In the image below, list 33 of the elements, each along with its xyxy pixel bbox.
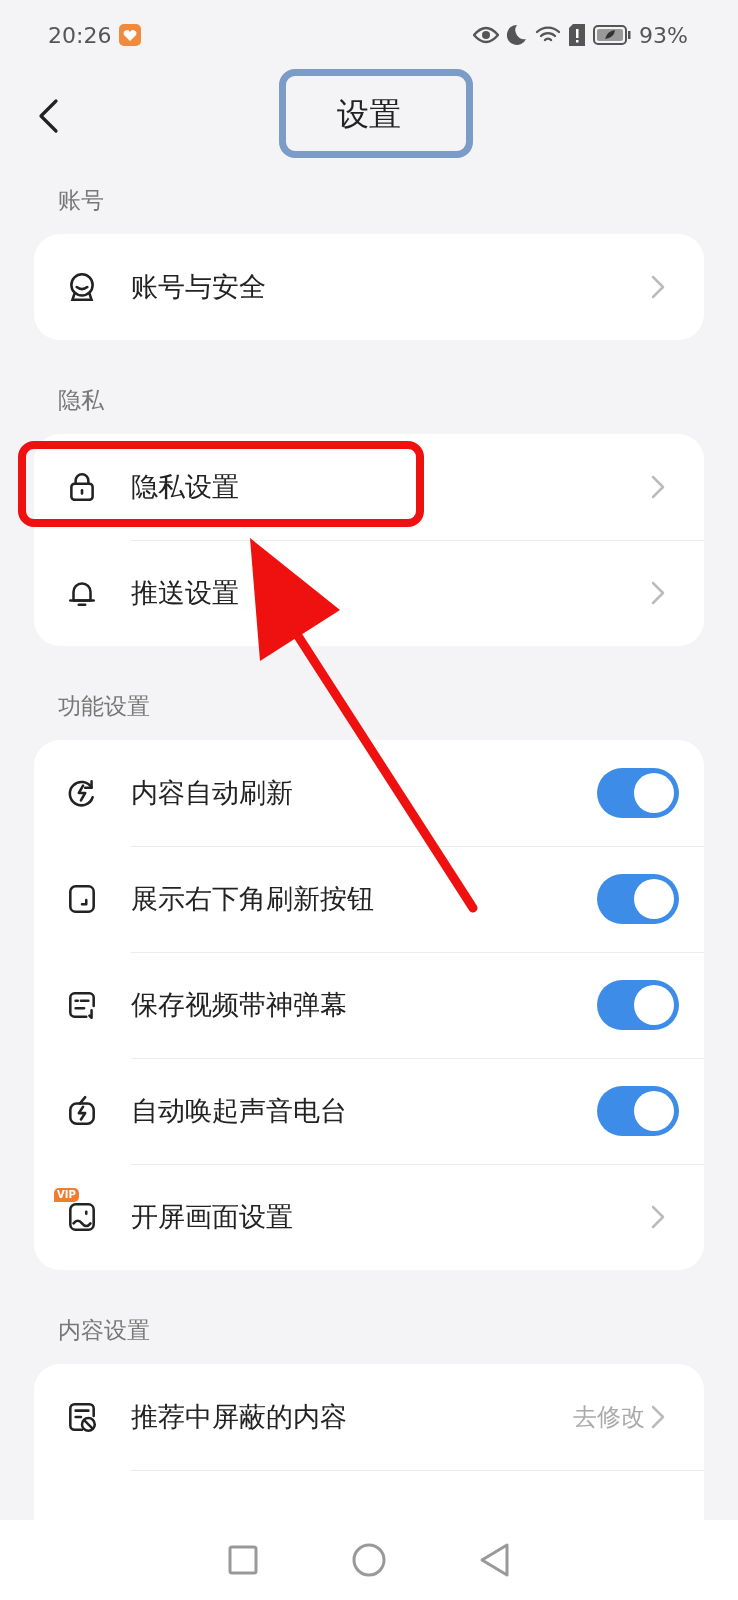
sim-alert-icon <box>569 24 586 46</box>
chevron-icon <box>651 275 665 299</box>
row-value: 去修改 <box>573 1402 645 1433</box>
settings-item[interactable]: 保存视频带神弹幕 <box>131 987 597 1023</box>
page-title: 设置 <box>337 94 401 135</box>
section-label: 功能设置 <box>58 693 150 719</box>
section-label: 账号 <box>58 187 104 213</box>
settings-item[interactable]: 账号与安全 <box>131 269 651 305</box>
settings-item[interactable]: 推荐中屏蔽的内容 <box>131 1399 573 1435</box>
settings-item[interactable]: 展示右下角刷新按钮 <box>131 881 597 917</box>
chevron-icon <box>651 1205 665 1229</box>
settings-item[interactable]: 隐私设置 <box>131 469 651 505</box>
chevron-icon <box>651 581 665 605</box>
toggle-switch[interactable] <box>597 1086 679 1136</box>
battery-percent: 93% <box>639 22 688 48</box>
settings-item[interactable]: 推送设置 <box>131 575 651 611</box>
settings-item[interactable]: 内容自动刷新 <box>131 775 597 811</box>
heart-app-icon <box>119 24 142 46</box>
vip-badge: VIP <box>54 1188 79 1202</box>
toggle-switch[interactable] <box>597 768 679 818</box>
settings-item[interactable]: 自动唤起声音电台 <box>131 1093 597 1129</box>
status-time: 20:26 <box>48 22 112 48</box>
circle-nav-icon[interactable] <box>351 1542 387 1578</box>
chevron-icon <box>651 475 665 499</box>
chevron-icon <box>651 1405 665 1429</box>
section-label: 内容设置 <box>58 1317 150 1343</box>
moon-icon <box>507 24 528 46</box>
settings-item[interactable]: 开屏画面设置 <box>131 1199 651 1235</box>
toggle-switch[interactable] <box>597 980 679 1030</box>
eye-icon <box>473 26 500 44</box>
toggle-switch[interactable] <box>597 874 679 924</box>
section-label: 隐私 <box>58 387 104 413</box>
battery-icon <box>593 24 632 46</box>
